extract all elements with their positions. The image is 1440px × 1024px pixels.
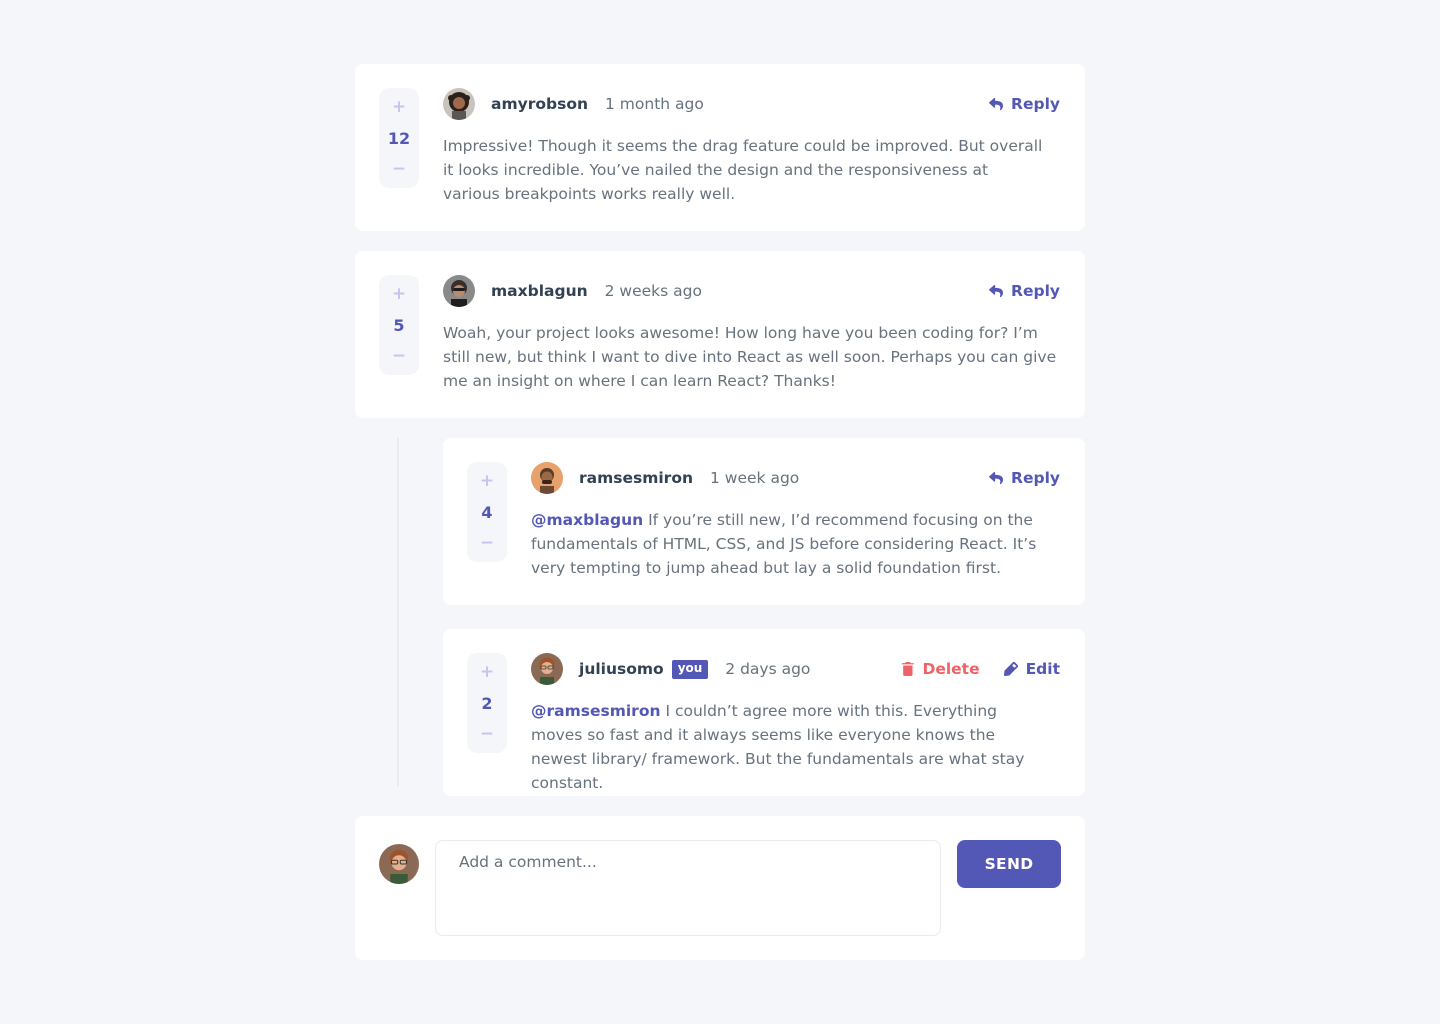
comment-card: + 5 − maxblagun 2 weeks ago Reply Woah, …	[355, 251, 1085, 418]
thread-line	[397, 438, 399, 786]
timestamp: 2 days ago	[725, 660, 811, 678]
send-button[interactable]: SEND	[957, 840, 1061, 888]
username[interactable]: juliusomo	[579, 660, 664, 678]
comment-actions: Delete Edit	[902, 653, 1060, 685]
comment-text: Woah, your project looks awesome! How lo…	[443, 321, 1058, 393]
comment-card: + 12 − amyrobson 1 month ago Reply Impre…	[355, 64, 1085, 231]
comment-header: maxblagun 2 weeks ago	[443, 275, 702, 307]
upvote-button[interactable]: +	[467, 661, 507, 683]
vote-widget: + 12 −	[379, 88, 419, 188]
edit-button[interactable]: Edit	[1003, 660, 1060, 678]
avatar	[443, 88, 475, 120]
you-badge: you	[671, 659, 709, 679]
vote-score: 5	[393, 315, 405, 335]
comment-text: Impressive! Though it seems the drag fea…	[443, 134, 1043, 206]
comment-actions: Reply	[989, 275, 1060, 307]
avatar	[443, 275, 475, 307]
vote-score: 2	[481, 693, 493, 713]
comment-header: amyrobson 1 month ago	[443, 88, 704, 120]
comment-header: juliusomo you 2 days ago	[531, 653, 810, 685]
reply-card: + 2 − juliusomo you 2 days ago Delete Ed…	[443, 629, 1085, 796]
vote-widget: + 5 −	[379, 275, 419, 375]
delete-label: Delete	[922, 660, 980, 678]
reply-button[interactable]: Reply	[989, 95, 1060, 113]
username[interactable]: maxblagun	[491, 282, 588, 300]
comment-input[interactable]	[435, 840, 941, 936]
reply-icon	[989, 284, 1004, 297]
timestamp: 2 weeks ago	[604, 282, 702, 300]
comment-header: ramsesmiron 1 week ago	[531, 462, 799, 494]
upvote-button[interactable]: +	[379, 96, 419, 118]
timestamp: 1 week ago	[710, 469, 800, 487]
comment-actions: Reply	[989, 462, 1060, 494]
vote-widget: + 4 −	[467, 462, 507, 562]
reply-button[interactable]: Reply	[989, 282, 1060, 300]
upvote-button[interactable]: +	[379, 283, 419, 305]
downvote-button[interactable]: −	[379, 158, 419, 180]
comment-text: @ramsesmiron I couldn’t agree more with …	[531, 699, 1051, 795]
vote-widget: + 2 −	[467, 653, 507, 753]
avatar	[531, 462, 563, 494]
reply-icon	[989, 97, 1004, 110]
reply-card: + 4 − ramsesmiron 1 week ago Reply @maxb…	[443, 438, 1085, 605]
pencil-icon	[1003, 662, 1018, 676]
username[interactable]: ramsesmiron	[579, 469, 693, 487]
reply-icon	[989, 471, 1004, 484]
comment-body: Woah, your project looks awesome! How lo…	[443, 324, 1057, 390]
comment-body: Impressive! Though it seems the drag fea…	[443, 137, 1043, 203]
downvote-button[interactable]: −	[467, 723, 507, 745]
downvote-button[interactable]: −	[467, 532, 507, 554]
username[interactable]: amyrobson	[491, 95, 588, 113]
comment-text: @maxblagun If you’re still new, I’d reco…	[531, 508, 1061, 580]
edit-label: Edit	[1025, 660, 1060, 678]
avatar	[531, 653, 563, 685]
timestamp: 1 month ago	[605, 95, 704, 113]
comment-actions: Reply	[989, 88, 1060, 120]
vote-score: 4	[481, 502, 493, 522]
reply-label: Reply	[1011, 282, 1060, 300]
vote-score: 12	[387, 128, 411, 148]
delete-button[interactable]: Delete	[902, 660, 980, 678]
trash-icon	[902, 662, 915, 676]
downvote-button[interactable]: −	[379, 345, 419, 367]
reply-label: Reply	[1011, 469, 1060, 487]
mention-link[interactable]: @maxblagun	[531, 511, 643, 529]
reply-label: Reply	[1011, 95, 1060, 113]
avatar	[379, 844, 419, 884]
mention-link[interactable]: @ramsesmiron	[531, 702, 661, 720]
reply-button[interactable]: Reply	[989, 469, 1060, 487]
upvote-button[interactable]: +	[467, 470, 507, 492]
